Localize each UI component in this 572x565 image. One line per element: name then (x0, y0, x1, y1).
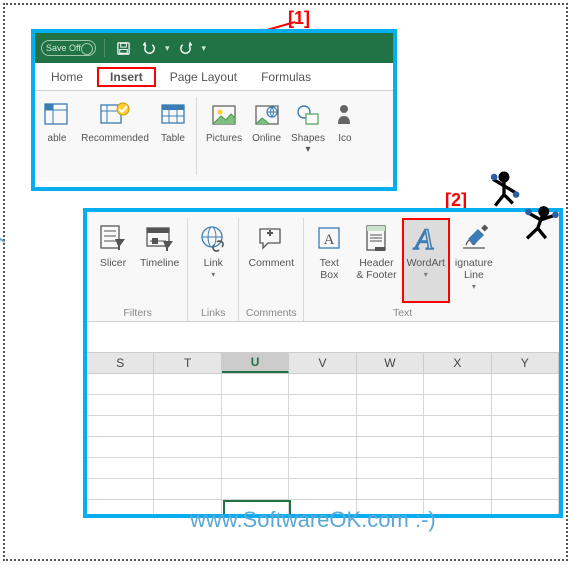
panel-2-excel-ribbon-bottom: Slicer Timeline Filters Link ▾ Links (83, 208, 563, 518)
ribbon-area-1: able Recommended Table Pictures Online S… (35, 91, 393, 181)
slicer-icon (98, 223, 128, 253)
header-footer-button[interactable]: Header & Footer (351, 218, 401, 303)
recommended-icon (99, 101, 131, 129)
autosave-state: Off (69, 43, 81, 53)
ribbon-separator (196, 97, 197, 175)
watermark-vertical: www.SoftwareOK.com :-) (0, 235, 6, 525)
ribbon-separator (187, 218, 188, 321)
header-footer-icon (364, 223, 388, 253)
autosave-prefix: Save (46, 43, 67, 53)
ribbon-area-2: Slicer Timeline Filters Link ▾ Links (87, 212, 559, 322)
save-icon[interactable] (113, 38, 133, 58)
chevron-down-icon: ▾ (211, 270, 215, 279)
col-V[interactable]: V (289, 353, 356, 373)
ribbon-separator (303, 218, 304, 321)
col-Y[interactable]: Y (492, 353, 559, 373)
col-S[interactable]: S (87, 353, 154, 373)
online-pictures-button[interactable]: Online (248, 97, 285, 146)
signature-icon (460, 223, 488, 253)
chevron-down-icon: ▾ (424, 270, 428, 279)
comment-button[interactable]: Comment (242, 218, 300, 303)
shapes-icon (295, 102, 321, 128)
online-pictures-icon (254, 102, 280, 128)
group-comments: Comment Comments (242, 218, 300, 321)
title-bar: Save Off ▾ ▾ (35, 33, 393, 63)
spreadsheet-grid[interactable] (87, 374, 559, 518)
col-U[interactable]: U (222, 353, 289, 373)
tab-home[interactable]: Home (41, 67, 93, 87)
autosave-toggle[interactable]: Save Off (41, 40, 96, 56)
slicer-button[interactable]: Slicer (91, 218, 135, 303)
panel-1-excel-ribbon-top: Save Off ▾ ▾ Home Insert Page Layout For… (31, 29, 397, 191)
pictures-button[interactable]: Pictures (202, 97, 246, 146)
group-filters: Slicer Timeline Filters (91, 218, 184, 321)
column-headers: S T U V W X Y (87, 352, 559, 374)
formula-bar-area (87, 322, 559, 352)
pictures-icon (211, 102, 237, 128)
qat-separator (104, 39, 105, 57)
redo-icon[interactable] (176, 38, 196, 58)
chevron-down-icon: ▾ (305, 144, 310, 155)
signature-line-button[interactable]: ignature Line ▾ (450, 218, 498, 303)
text-box-icon: A (315, 223, 343, 253)
icons-button[interactable]: Ico (331, 97, 359, 146)
svg-text:A: A (324, 232, 335, 248)
climber-figure-icon (482, 166, 526, 210)
icons-icon (335, 102, 355, 128)
col-X[interactable]: X (424, 353, 491, 373)
text-box-button[interactable]: A Text Box (307, 218, 351, 303)
chevron-down-icon: ▾ (472, 282, 476, 291)
timeline-button[interactable]: Timeline (135, 218, 184, 303)
tab-page-layout[interactable]: Page Layout (160, 67, 247, 87)
link-icon (198, 223, 228, 253)
timeline-icon (145, 223, 175, 253)
recommended-button[interactable]: Recommended (77, 97, 153, 146)
tab-formulas[interactable]: Formulas (251, 67, 321, 87)
group-links: Link ▾ Links (191, 218, 235, 321)
watermark-horizontal: www.SoftwareOK.com :-) (190, 507, 436, 533)
table-icon (159, 101, 187, 129)
ribbon-tabs: Home Insert Page Layout Formulas (35, 63, 393, 91)
pivottable-button[interactable]: able (39, 97, 75, 146)
shapes-button[interactable]: Shapes ▾ (287, 97, 329, 157)
col-T[interactable]: T (154, 353, 221, 373)
ribbon-separator (238, 218, 239, 321)
col-W[interactable]: W (357, 353, 424, 373)
undo-icon[interactable] (139, 38, 159, 58)
tab-insert[interactable]: Insert (97, 67, 156, 87)
wordart-icon: A (410, 221, 442, 255)
svg-text:A: A (413, 223, 434, 255)
link-button[interactable]: Link ▾ (191, 218, 235, 303)
table-button[interactable]: Table (155, 97, 191, 146)
chevron-down-icon[interactable]: ▾ (202, 43, 207, 54)
chevron-down-icon[interactable]: ▾ (165, 43, 170, 54)
comment-icon (256, 223, 286, 253)
pivottable-icon (43, 101, 71, 129)
wordart-button[interactable]: A WordArt ▾ (402, 218, 450, 303)
group-text: A Text Box Header & Footer A WordArt ▾ i… (307, 218, 498, 321)
